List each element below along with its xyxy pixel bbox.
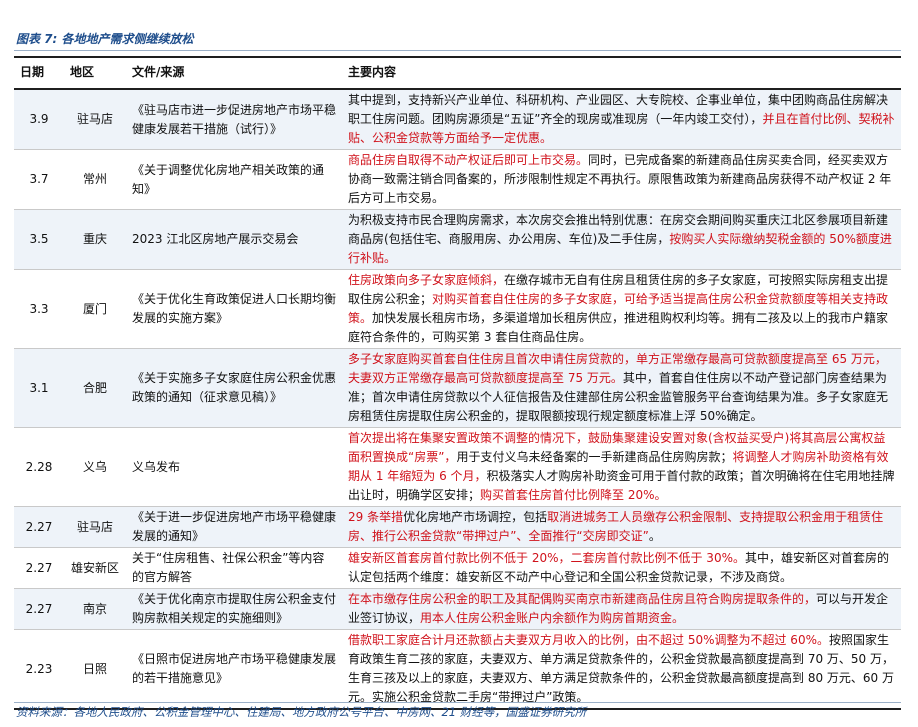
table-header-row: 日期 地区 文件/来源 主要内容	[14, 56, 901, 90]
row-content: 商品住房自取得不动产权证后即可上市交易。同时，已完成备案的新建商品住房买卖合同，…	[342, 149, 901, 210]
header-date: 日期	[14, 56, 64, 90]
header-content: 主要内容	[342, 56, 901, 90]
highlighted-text: 购买首套住房首付比例降至 20%。	[480, 488, 667, 502]
row-content: 住房政策向多子女家庭倾斜，在缴存城市无自有住房且租赁住房的多子女家庭，可按照实际…	[342, 269, 901, 349]
row-content: 雄安新区首套房首付款比例不低于 20%，二套房首付款比例不低于 30%。其中，雄…	[342, 547, 901, 589]
content-text: 。	[648, 529, 661, 543]
table-row: 3.3 厦门 《关于优化生育政策促进人口长期均衡发展的实施方案》 住房政策向多子女家庭…	[14, 269, 901, 349]
policy-table: 日期 地区 文件/来源 主要内容 3.9 驻马店 《驻马店市进一步促进房地产市场平稳…	[14, 56, 901, 710]
row-region: 日照	[64, 629, 126, 710]
row-source: 《日照市促进房地产市场平稳健康发展的若干措施意见》	[126, 629, 342, 710]
row-date: 2.28	[14, 427, 64, 507]
row-region: 雄安新区	[64, 547, 126, 589]
footer-divider	[14, 702, 901, 703]
title-divider	[14, 50, 901, 51]
row-source: 《关于实施多子女家庭住房公积金优惠政策的通知（征求意见稿）》	[126, 348, 342, 428]
row-source: 关于“住房租售、社保公积金”等内容的官方解答	[126, 547, 342, 589]
table-row: 3.5 重庆 2023 江北区房地产展示交易会 为积极支持市民合理购房需求，本次房交会…	[14, 209, 901, 270]
row-region: 义乌	[64, 427, 126, 507]
row-source: 《关于调整优化房地产相关政策的通知》	[126, 149, 342, 210]
row-source: 义乌发布	[126, 427, 342, 507]
table-row: 3.7 常州 《关于调整优化房地产相关政策的通知》 商品住房自取得不动产权证后即可上市…	[14, 149, 901, 210]
row-content: 多子女家庭购买首套自住住房且首次申请住房贷款的，单方正常缴存最高可贷款额度提高至…	[342, 348, 901, 428]
content-text: 加快发展长租房市场，多渠道增加长租房供应，推进租购权利均等。拥有二孩及以上的我市…	[348, 311, 889, 344]
highlighted-text: 雄安新区首套房首付款比例不低于 20%，二套房首付款比例不低于 30%。	[348, 551, 745, 565]
row-source: 《关于优化生育政策促进人口长期均衡发展的实施方案》	[126, 269, 342, 349]
content-text: 优化房地产市场调控，包括	[403, 510, 548, 524]
row-region: 重庆	[64, 209, 126, 270]
row-region: 常州	[64, 149, 126, 210]
row-source: 《驻马店市进一步促进房地产市场平稳健康发展若干措施（试行）》	[126, 89, 342, 150]
row-region: 合肥	[64, 348, 126, 428]
row-region: 南京	[64, 588, 126, 630]
table-row: 3.1 合肥 《关于实施多子女家庭住房公积金优惠政策的通知（征求意见稿）》 多子女家庭…	[14, 348, 901, 428]
row-date: 3.3	[14, 269, 64, 349]
table-row: 2.27 雄安新区 关于“住房租售、社保公积金”等内容的官方解答 雄安新区首套房首付款…	[14, 547, 901, 589]
header-region: 地区	[64, 56, 126, 90]
row-date: 3.5	[14, 209, 64, 270]
row-content: 为积极支持市民合理购房需求，本次房交会推出特别优惠：在房交会期间购买重庆江北区参…	[342, 209, 901, 270]
table-row: 2.28 义乌 义乌发布 首次提出将在集聚安置政策不调整的情况下，鼓励集聚建设安置对象…	[14, 427, 901, 507]
row-source: 2023 江北区房地产展示交易会	[126, 209, 342, 270]
row-region: 驻马店	[64, 89, 126, 150]
row-date: 2.27	[14, 506, 64, 548]
row-date: 2.23	[14, 629, 64, 710]
row-content: 29 条举措优化房地产市场调控，包括取消进城务工人员缴存公积金限制、支持提取公积…	[342, 506, 901, 548]
row-date: 2.27	[14, 588, 64, 630]
row-content: 首次提出将在集聚安置政策不调整的情况下，鼓励集聚建设安置对象(含权益买受户)将其…	[342, 427, 901, 507]
table-body: 3.9 驻马店 《驻马店市进一步促进房地产市场平稳健康发展若干措施（试行）》 其中提到…	[14, 89, 901, 710]
row-content: 其中提到，支持新兴产业单位、科研机构、产业园区、大专院校、企事业单位，集中团购商…	[342, 89, 901, 150]
row-date: 2.27	[14, 547, 64, 589]
table-row: 2.27 南京 《关于优化南京市提取住房公积金支付购房款相关规定的实施细则》 在本市缴…	[14, 588, 901, 630]
highlighted-text: 用本人住房公积金账户内余额作为购房首期资金。	[420, 611, 685, 625]
highlighted-text: 借款职工家庭合计月还款额占夫妻双方月收入的比例，由不超过 50%调整为不超过 6…	[348, 633, 829, 647]
row-region: 厦门	[64, 269, 126, 349]
header-source: 文件/来源	[126, 56, 342, 90]
highlighted-text: 29 条举措	[348, 510, 404, 524]
table-row: 3.9 驻马店 《驻马店市进一步促进房地产市场平稳健康发展若干措施（试行）》 其中提到…	[14, 89, 901, 150]
row-date: 3.9	[14, 89, 64, 150]
table-row: 2.23 日照 《日照市促进房地产市场平稳健康发展的若干措施意见》 借款职工家庭合计月…	[14, 629, 901, 710]
row-region: 驻马店	[64, 506, 126, 548]
row-content: 借款职工家庭合计月还款额占夫妻双方月收入的比例，由不超过 50%调整为不超过 6…	[342, 629, 901, 710]
row-content: 在本市缴存住房公积金的职工及其配偶购买南京市新建商品住房且符合购房提取条件的，可…	[342, 588, 901, 630]
source-note: 资料来源：各地人民政府、公积金管理中心、住建局、地方政府公号平台、中房网、21 …	[16, 705, 587, 719]
highlighted-text: 在本市缴存住房公积金的职工及其配偶购买南京市新建商品住房且符合购房提取条件的，	[348, 592, 817, 606]
table-row: 2.27 驻马店 《关于进一步促进房地产市场平稳健康发展的通知》 29 条举措优化房地…	[14, 506, 901, 548]
row-date: 3.7	[14, 149, 64, 210]
row-date: 3.1	[14, 348, 64, 428]
highlighted-text: 商品住房自取得不动产权证后即可上市交易。	[348, 153, 589, 167]
row-source: 《关于进一步促进房地产市场平稳健康发展的通知》	[126, 506, 342, 548]
row-source: 《关于优化南京市提取住房公积金支付购房款相关规定的实施细则》	[126, 588, 342, 630]
content-text: 用于支付义乌未经备案的一手新建商品住房购房款；	[456, 450, 733, 464]
highlighted-text: 住房政策向多子女家庭倾斜，	[348, 273, 505, 287]
figure-title: 图表 7: 各地地产需求侧继续放松	[16, 32, 194, 46]
